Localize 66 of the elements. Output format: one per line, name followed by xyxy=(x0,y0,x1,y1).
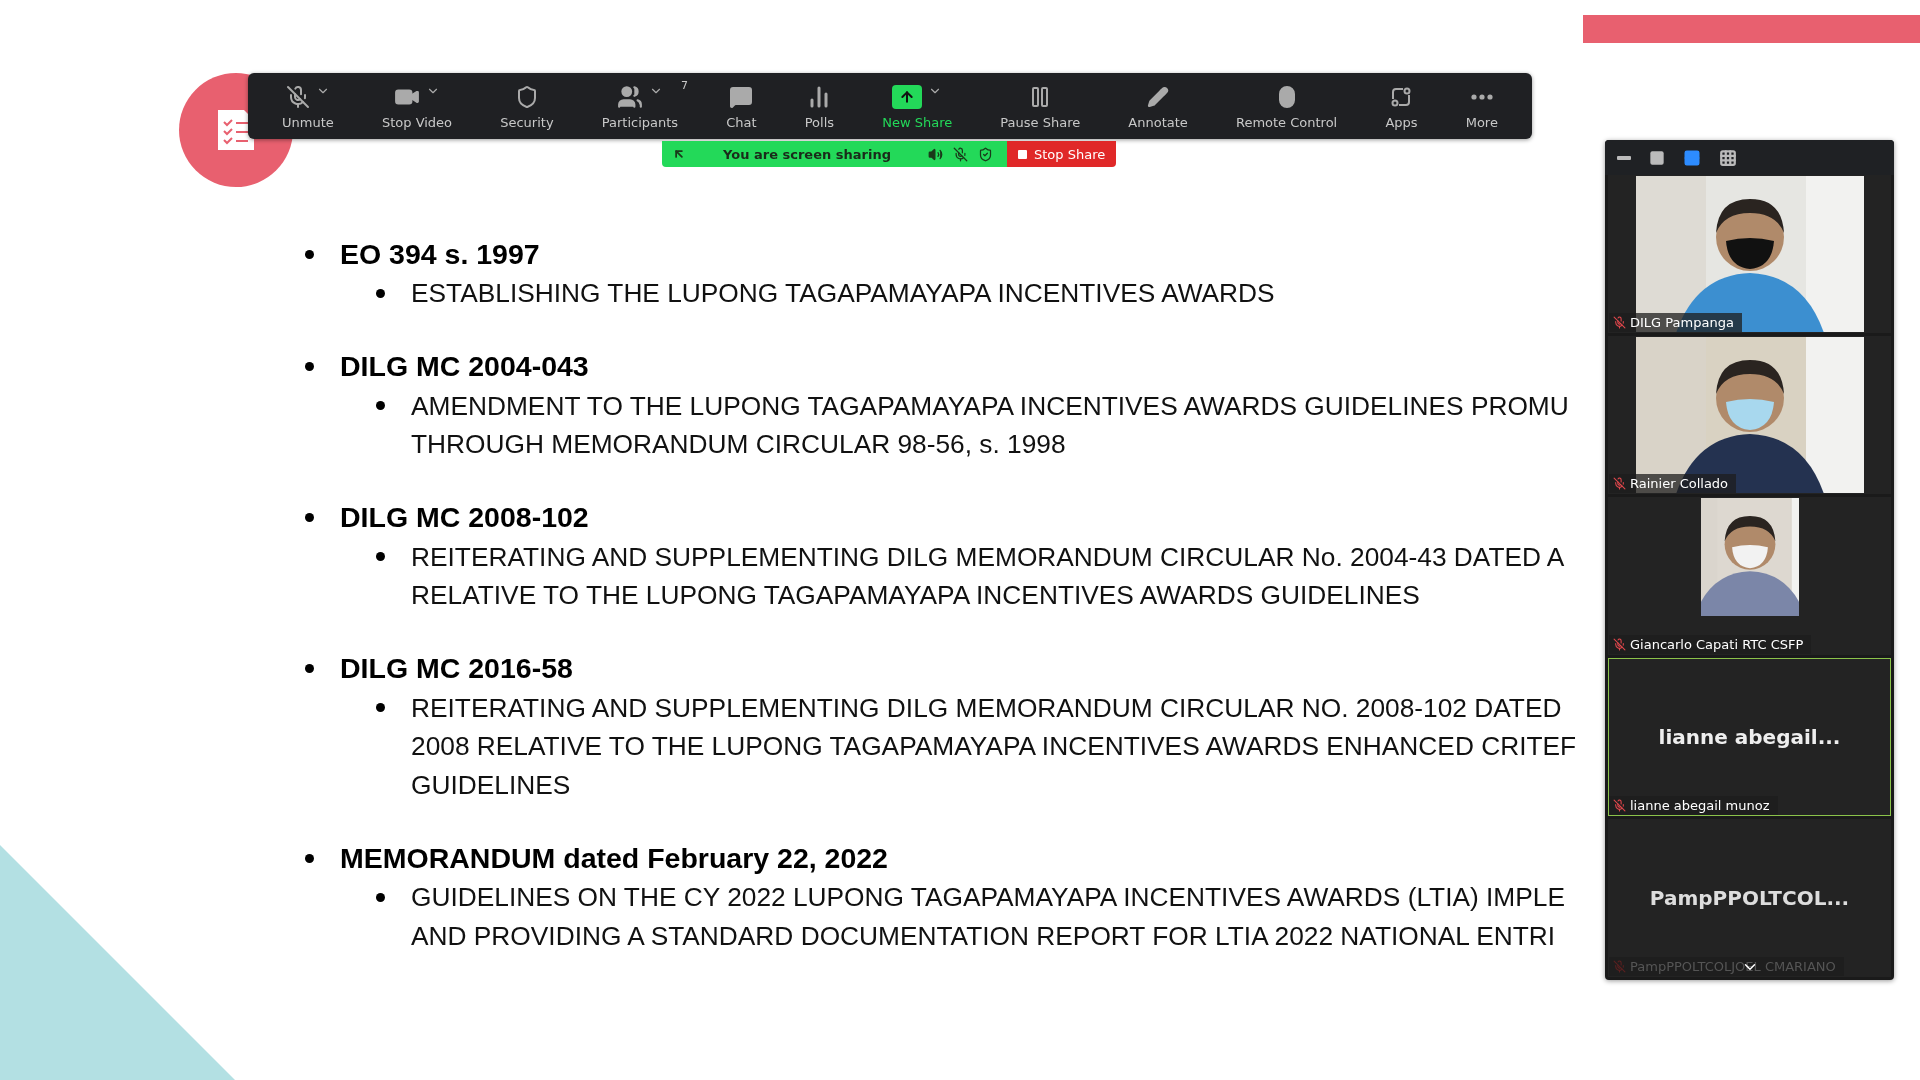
toolbar-button[interactable]: Stop Video xyxy=(375,78,459,134)
item-heading: EO 394 s. 1997 xyxy=(340,237,540,271)
speaker-icon xyxy=(928,146,943,162)
view-mode-button[interactable] xyxy=(1617,155,1631,160)
toolbar-button[interactable]: Polls xyxy=(798,78,841,134)
item-heading: MEMORANDUM dated February 22, 2022 xyxy=(340,841,888,875)
item-description: 2008 RELATIVE TO THE LUPONG TAGAPAMAYAPA INCENTIVES AWARDS ENHANCED CRITEF xyxy=(411,730,1577,763)
bullet xyxy=(376,552,385,561)
bullet xyxy=(305,664,314,673)
more-icon xyxy=(1470,93,1493,100)
participant-name: lianne abegail munoz xyxy=(1609,796,1778,815)
muted-microphone-icon xyxy=(285,84,310,109)
bullet xyxy=(376,703,385,712)
muted-microphone-icon xyxy=(1613,960,1626,973)
participant-name: Rainier Collado xyxy=(1609,474,1737,493)
bullet xyxy=(305,513,314,522)
people-icon xyxy=(616,83,643,110)
toolbar-button[interactable]: New Share xyxy=(876,78,959,134)
toolbar-button[interactable]: More xyxy=(1459,78,1504,134)
item-description: THROUGH MEMORANDUM CIRCULAR 98-56, s. 1998 xyxy=(411,428,1067,461)
stop-share-button[interactable]: Stop Share xyxy=(1007,141,1117,167)
item-heading: DILG MC 2004-043 xyxy=(340,350,589,383)
pencil-icon xyxy=(1147,85,1170,108)
item-description: ESTABLISHING THE LUPONG TAGAPAMAYAPA INCENTIVES AWARDS xyxy=(411,277,1275,310)
sharing-status: You are screen sharing xyxy=(722,146,892,162)
toolbar-button[interactable]: Chat xyxy=(720,78,763,134)
grid-icon xyxy=(1719,148,1737,167)
muted-microphone-icon xyxy=(953,146,968,162)
minimize-icon xyxy=(1617,155,1631,160)
bullet xyxy=(305,853,314,863)
toolbar-button[interactable]: Annotate xyxy=(1122,78,1194,134)
item-description: AND PROVIDING A STANDARD DOCUMENTATION REPORT FOR LTIA 2022 NATIONAL ENTRI xyxy=(411,919,1557,953)
toolbar-button[interactable]: Security xyxy=(494,78,560,134)
shield-icon xyxy=(978,146,993,162)
bullet xyxy=(376,892,385,902)
bullet xyxy=(305,249,314,259)
toolbar-button[interactable]: Unmute xyxy=(276,78,340,134)
muted-microphone-icon xyxy=(1613,477,1626,490)
bullet xyxy=(376,401,385,410)
muted-microphone-icon xyxy=(1613,799,1626,812)
participant-display-name: lianne abegail... xyxy=(1658,725,1841,749)
bullet xyxy=(305,362,314,371)
item-description: GUIDELINES xyxy=(411,768,572,802)
participant-display-name: PampPPOLTCOL... xyxy=(1649,886,1850,910)
item-description: RELATIVE TO THE LUPONG TAGAPAMAYAPA INCENTIVES AWARDS GUIDELINES xyxy=(411,579,1421,612)
view-mode-button[interactable] xyxy=(1683,148,1701,167)
toolbar-button[interactable]: Apps xyxy=(1379,78,1424,134)
view-mode-button[interactable] xyxy=(1649,149,1665,166)
item-heading: DILG MC 2016-58 xyxy=(340,652,573,685)
item-heading: DILG MC 2008-102 xyxy=(340,501,589,534)
participant-name: Giancarlo Capati RTC CSFP xyxy=(1609,635,1812,654)
toolbar-button[interactable]: Remote Control xyxy=(1229,78,1344,134)
view-mode-button[interactable] xyxy=(1719,148,1737,167)
stacked-rows-icon xyxy=(1683,148,1701,167)
chat-bubble-icon xyxy=(729,84,754,109)
muted-microphone-icon xyxy=(1613,316,1626,329)
item-description: GUIDELINES ON THE CY 2022 LUPONG TAGAPAMAYAPA INCENTIVES AWARDS (LTIA) IMPLE xyxy=(411,881,1565,914)
toolbar-button[interactable]: Pause Share xyxy=(994,78,1087,134)
bullet xyxy=(376,288,385,298)
item-description: REITERATING AND SUPPLEMENTING DILG MEMORANDUM CIRCULAR No. 2004-43 DATED A xyxy=(411,540,1565,574)
participant-name: DILG Pampanga xyxy=(1609,313,1742,332)
muted-microphone-icon xyxy=(1613,638,1626,651)
stop-icon xyxy=(1018,149,1027,159)
item-description: REITERATING AND SUPPLEMENTING DILG MEMORANDUM CIRCULAR NO. 2008-102 DATED xyxy=(411,691,1563,725)
square-icon xyxy=(1649,149,1665,166)
item-description: AMENDMENT TO THE LUPONG TAGAPAMAYAPA INCENTIVES AWARDS GUIDELINES PROMU xyxy=(411,389,1569,423)
